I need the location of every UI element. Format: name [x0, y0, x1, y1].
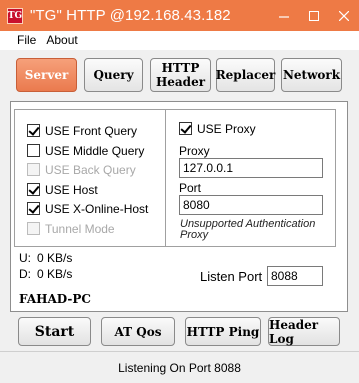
- tab-http-header-line2: Header: [155, 75, 206, 89]
- x-online-host-checkbox[interactable]: [27, 202, 40, 215]
- maximize-icon: [309, 10, 319, 21]
- host-checkbox[interactable]: [27, 183, 40, 196]
- minimize-icon: [279, 15, 289, 18]
- port-input[interactable]: 8080: [179, 195, 323, 215]
- title-bar[interactable]: TG "TG" HTTP @192.168.43.182: [0, 0, 359, 31]
- front-query-checkbox[interactable]: [27, 124, 40, 137]
- port-label: Port: [179, 181, 202, 195]
- use-proxy-checkbox[interactable]: [179, 122, 192, 135]
- close-icon: [339, 10, 349, 21]
- option-front-query[interactable]: USE Front Query: [27, 122, 137, 139]
- status-bar: Listening On Port 8088: [0, 351, 359, 383]
- minimize-button[interactable]: [269, 0, 299, 31]
- option-host[interactable]: USE Host: [27, 181, 98, 198]
- menu-about[interactable]: About: [41, 31, 82, 50]
- front-query-label: USE Front Query: [45, 123, 138, 138]
- option-middle-query[interactable]: USE Middle Query: [27, 142, 144, 159]
- tab-http-header-line1: HTTP: [161, 61, 200, 75]
- menu-bar: File About: [0, 31, 359, 50]
- tab-query[interactable]: Query: [84, 58, 143, 92]
- menu-file[interactable]: File: [12, 31, 41, 50]
- upload-speed: 0 KB/s: [37, 251, 73, 265]
- http-ping-button[interactable]: HTTP Ping: [185, 317, 261, 346]
- header-log-button[interactable]: Header Log: [268, 317, 340, 346]
- option-use-proxy[interactable]: USE Proxy: [179, 120, 256, 137]
- middle-query-label: USE Middle Query: [45, 143, 145, 158]
- start-button[interactable]: Start: [18, 317, 91, 346]
- x-online-host-label: USE X-Online-Host: [45, 201, 149, 216]
- listen-port-input[interactable]: 8088: [267, 266, 323, 286]
- option-tunnel-mode: Tunnel Mode: [27, 220, 115, 237]
- tab-network[interactable]: Network: [281, 58, 342, 92]
- listen-port-label: Listen Port: [200, 269, 263, 284]
- proxy-input[interactable]: 127.0.0.1: [179, 158, 323, 178]
- use-proxy-label: USE Proxy: [197, 121, 256, 136]
- close-button[interactable]: [329, 0, 359, 31]
- status-text: Listening On Port 8088: [118, 360, 241, 375]
- tunnel-mode-checkbox: [27, 222, 40, 235]
- proxy-label: Proxy: [179, 144, 210, 158]
- app-icon: TG: [7, 7, 23, 24]
- window-title: "TG" HTTP @192.168.43.182: [30, 7, 231, 24]
- tunnel-mode-label: Tunnel Mode: [45, 221, 115, 236]
- download-speed: 0 KB/s: [37, 267, 73, 281]
- back-query-checkbox: [27, 163, 40, 176]
- back-query-label: USE Back Query: [45, 162, 136, 177]
- maximize-button[interactable]: [299, 0, 329, 31]
- tab-http-header[interactable]: HTTP Header: [150, 58, 211, 92]
- option-back-query: USE Back Query: [27, 161, 136, 178]
- host-label: USE Host: [45, 182, 98, 197]
- download-label: D:: [19, 267, 31, 281]
- auth-note: Unsupported Authentication Proxy: [180, 218, 316, 241]
- tab-replacer[interactable]: Replacer: [216, 58, 275, 92]
- option-x-online-host[interactable]: USE X-Online-Host: [27, 200, 148, 217]
- computer-name: FAHAD-PC: [19, 292, 91, 306]
- tab-server[interactable]: Server: [16, 58, 77, 92]
- middle-query-checkbox[interactable]: [27, 144, 40, 157]
- at-qos-button[interactable]: AT Qos: [101, 317, 175, 346]
- upload-label: U:: [19, 251, 31, 265]
